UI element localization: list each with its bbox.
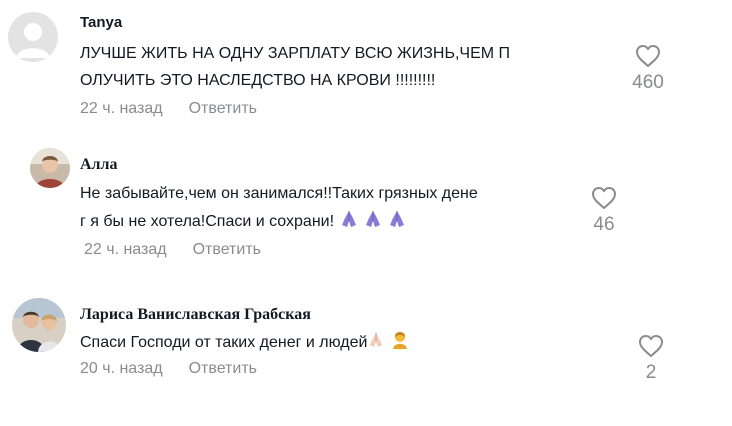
comment-author[interactable]: Алла xyxy=(80,156,118,174)
user-photo-icon xyxy=(30,148,70,188)
comment-meta: 22 ч. назад Ответить xyxy=(80,100,257,118)
like-count: 460 xyxy=(632,72,664,93)
default-avatar-icon xyxy=(8,12,58,62)
comment-time: 20 ч. назад xyxy=(80,360,163,377)
reply-button[interactable]: Ответить xyxy=(189,360,257,377)
comment-meta: 22 ч. назад Ответить xyxy=(84,241,261,259)
comment-meta: 20 ч. назад Ответить xyxy=(80,360,257,378)
comment-text-line-2: г я бы не хотела!Спаси и сохрани! xyxy=(80,208,407,238)
comment-author[interactable]: Tanya xyxy=(80,14,122,31)
reply-button[interactable]: Ответить xyxy=(189,100,257,117)
avatar[interactable] xyxy=(12,298,66,352)
avatar[interactable] xyxy=(8,12,58,62)
heart-outline-icon[interactable] xyxy=(638,334,664,358)
like-button[interactable]: 460 xyxy=(618,44,678,94)
heart-outline-icon[interactable] xyxy=(591,186,617,210)
person-raising-hand-icon xyxy=(390,330,410,359)
folded-hands-icon xyxy=(387,209,407,238)
reply-button[interactable]: Ответить xyxy=(193,241,261,258)
comment-time: 22 ч. назад xyxy=(80,100,163,117)
folded-hands-icon xyxy=(367,330,385,359)
folded-hands-icon xyxy=(363,209,383,238)
comment-text-content: Спаси Господи от таких денег и людей xyxy=(80,334,368,351)
comment-text-line-1: Спаси Господи от таких денег и людей xyxy=(80,329,410,359)
avatar[interactable] xyxy=(30,148,70,188)
heart-outline-icon[interactable] xyxy=(635,44,661,68)
user-photo-icon xyxy=(12,298,66,352)
comment-text-line-1: ЛУЧШЕ ЖИТЬ НА ОДНУ ЗАРПЛАТУ ВСЮ ЖИЗНЬ,ЧЕ… xyxy=(80,45,511,62)
folded-hands-icon xyxy=(339,209,359,238)
comment-author[interactable]: Лариса Ваниславская Грабская xyxy=(80,306,311,324)
comment-text-line-2: ОЛУЧИТЬ ЭТО НАСЛЕДСТВО НА КРОВИ !!!!!!!!… xyxy=(80,72,436,89)
like-button[interactable]: 46 xyxy=(574,186,634,236)
comment-text-line-1: Не забывайте,чем он занимался!!Таких гря… xyxy=(80,185,478,202)
like-button[interactable]: 2 xyxy=(621,334,681,384)
comment-time: 22 ч. назад xyxy=(84,241,167,258)
like-count: 46 xyxy=(593,214,615,235)
like-count: 2 xyxy=(645,362,657,383)
comment-text-content: г я бы не хотела!Спаси и сохрани! xyxy=(80,213,335,230)
